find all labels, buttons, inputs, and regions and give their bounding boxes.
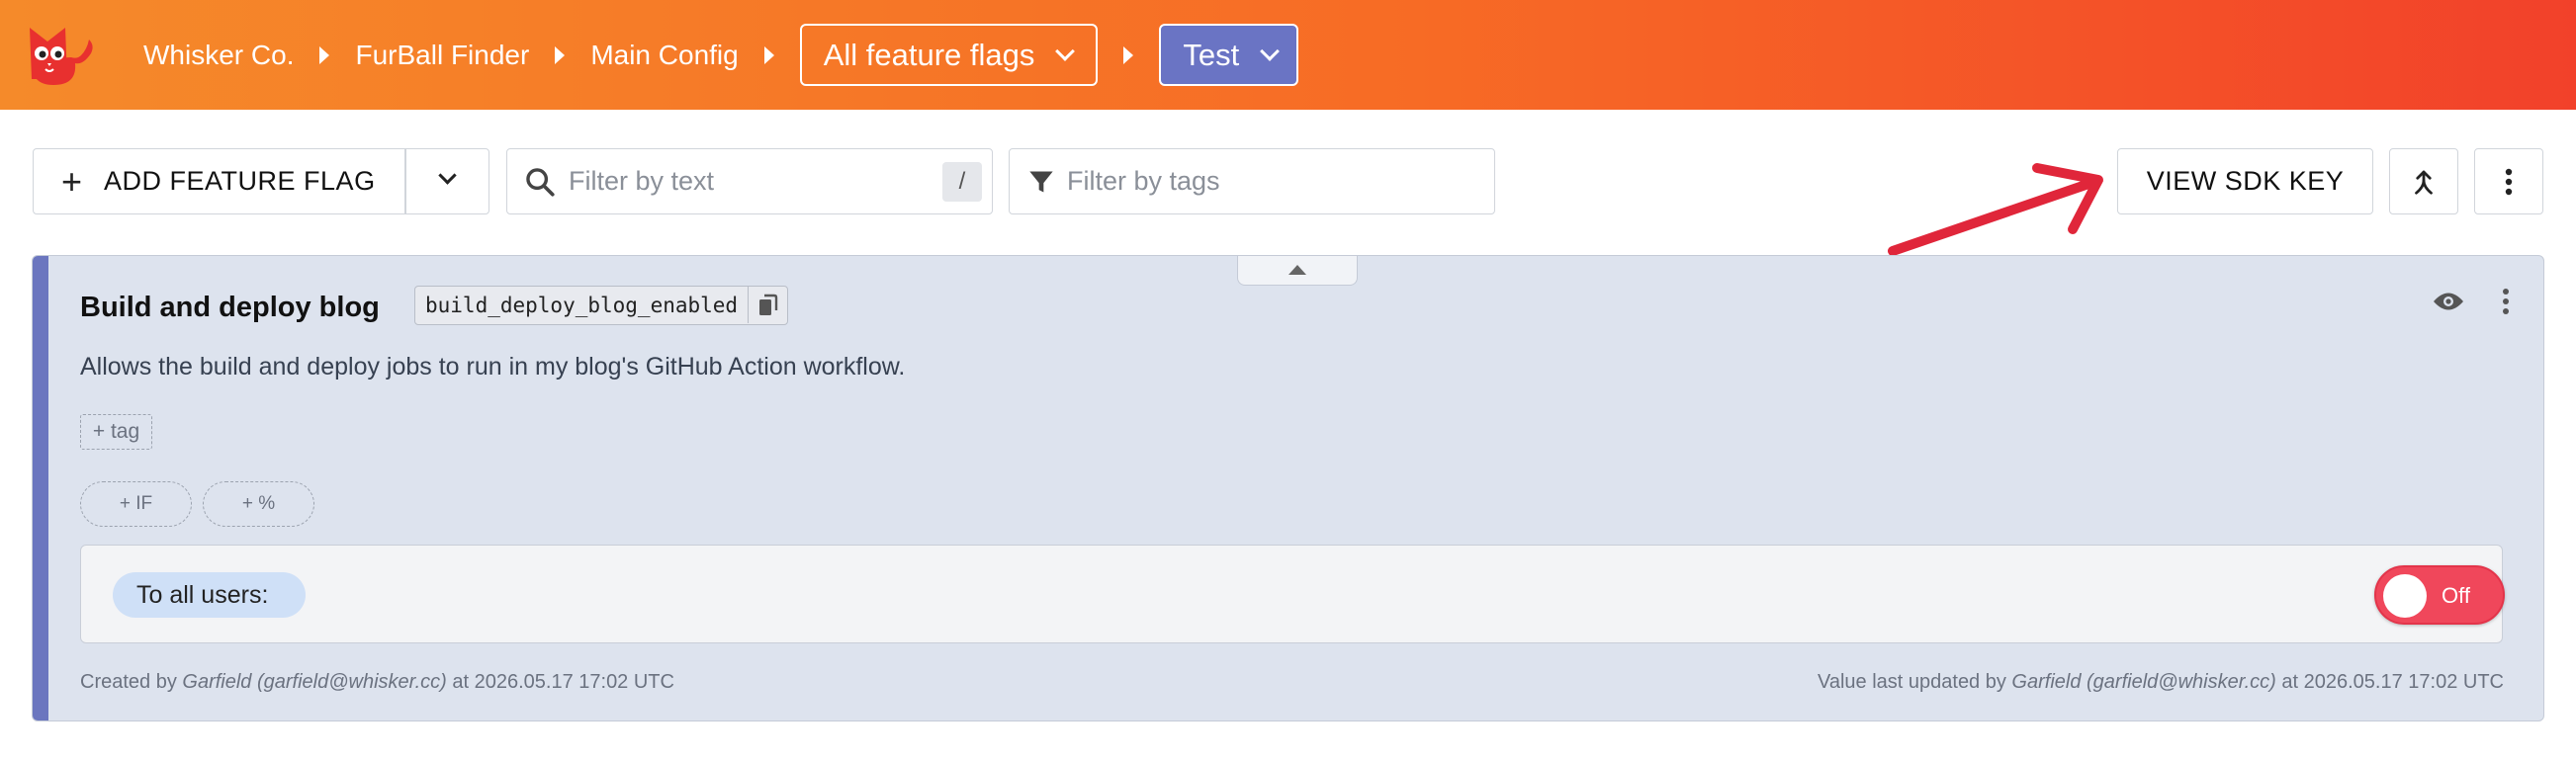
caret-up-icon — [1288, 264, 1306, 275]
merge-button[interactable] — [2389, 148, 2458, 214]
copy-icon — [758, 294, 777, 315]
filter-by-tags-field[interactable] — [1009, 148, 1495, 214]
more-vertical-icon — [2505, 168, 2513, 195]
button-divider — [404, 149, 406, 213]
flag-description: Allows the build and deploy jobs to run … — [80, 353, 906, 381]
top-bar: Whisker Co. FurBall Finder Main Config A… — [0, 0, 2576, 110]
chevron-down-icon[interactable] — [438, 166, 457, 185]
environment-dropdown[interactable]: Test — [1159, 24, 1299, 86]
caret-right-icon — [555, 45, 566, 64]
serve-value-rule: To all users: Off — [80, 545, 2505, 643]
add-if-rule-button[interactable]: + IF — [80, 481, 192, 527]
card-accent-stripe — [33, 256, 48, 720]
search-icon — [526, 167, 555, 197]
cat-logo-icon[interactable] — [26, 20, 111, 91]
more-vertical-icon — [2503, 289, 2509, 314]
plus-icon: + — [61, 160, 83, 202]
created-prefix: Created by — [80, 671, 183, 693]
filter-by-tags-input[interactable] — [1067, 166, 1463, 197]
add-feature-flag-button[interactable]: + ADD FEATURE FLAG — [33, 148, 489, 214]
annotation-arrow-icon — [1888, 163, 2103, 256]
chevron-down-icon — [1260, 41, 1281, 61]
last-updated-info: Value last updated by Garfield (garfield… — [1818, 671, 2504, 694]
view-dropdown-label: All feature flags — [823, 37, 1035, 72]
flag-key-badge: build_deploy_blog_enabled — [414, 286, 789, 325]
add-percentage-rule-button[interactable]: + % — [203, 481, 314, 527]
collapse-toggle[interactable] — [1237, 256, 1358, 286]
caret-right-icon — [1123, 45, 1134, 64]
keyboard-shortcut-badge: / — [942, 162, 982, 202]
eye-icon — [2434, 293, 2463, 310]
environment-dropdown-label: Test — [1183, 37, 1240, 72]
to-all-users-label: To all users: — [113, 572, 307, 618]
view-dropdown[interactable]: All feature flags — [799, 24, 1099, 86]
chevron-down-icon — [1055, 41, 1076, 61]
copy-key-button[interactable] — [748, 287, 787, 323]
filter-by-text-field[interactable]: / — [506, 148, 993, 214]
updated-timestamp: at 2026.05.17 17:02 UTC — [2275, 671, 2504, 693]
created-by-info: Created by Garfield (garfield@whisker.cc… — [80, 671, 674, 694]
breadcrumb-config[interactable]: Main Config — [590, 40, 738, 71]
created-user: Garfield (garfield@whisker.cc) — [182, 671, 447, 693]
breadcrumb: Whisker Co. FurBall Finder Main Config A… — [143, 0, 1299, 110]
breadcrumb-organization[interactable]: Whisker Co. — [143, 40, 294, 71]
funnel-icon — [1029, 171, 1053, 192]
updated-user: Garfield (garfield@whisker.cc) — [2011, 671, 2276, 693]
feature-flag-card: Build and deploy blog build_deploy_blog_… — [32, 255, 2544, 721]
created-timestamp: at 2026.05.17 17:02 UTC — [446, 671, 674, 693]
caret-right-icon — [763, 45, 774, 64]
add-feature-flag-label: ADD FEATURE FLAG — [104, 166, 376, 196]
filter-by-text-input[interactable] — [569, 166, 925, 197]
breadcrumb-product[interactable]: FurBall Finder — [355, 40, 529, 71]
flag-key-text: build_deploy_blog_enabled — [425, 294, 739, 317]
add-tag-button[interactable]: + tag — [80, 414, 152, 450]
toggle-state-label: Off — [2442, 583, 2470, 608]
flag-more-options-button[interactable] — [2491, 282, 2521, 321]
view-flag-button[interactable] — [2424, 282, 2473, 321]
view-sdk-key-button[interactable]: VIEW SDK KEY — [2117, 148, 2373, 214]
toggle-knob — [2383, 574, 2427, 618]
caret-right-icon — [319, 45, 330, 64]
updated-prefix: Value last updated by — [1817, 671, 2012, 693]
flag-name: Build and deploy blog — [80, 292, 380, 323]
more-options-button[interactable] — [2474, 148, 2543, 214]
merge-icon — [2415, 170, 2433, 195]
flag-value-toggle[interactable]: Off — [2374, 565, 2505, 625]
